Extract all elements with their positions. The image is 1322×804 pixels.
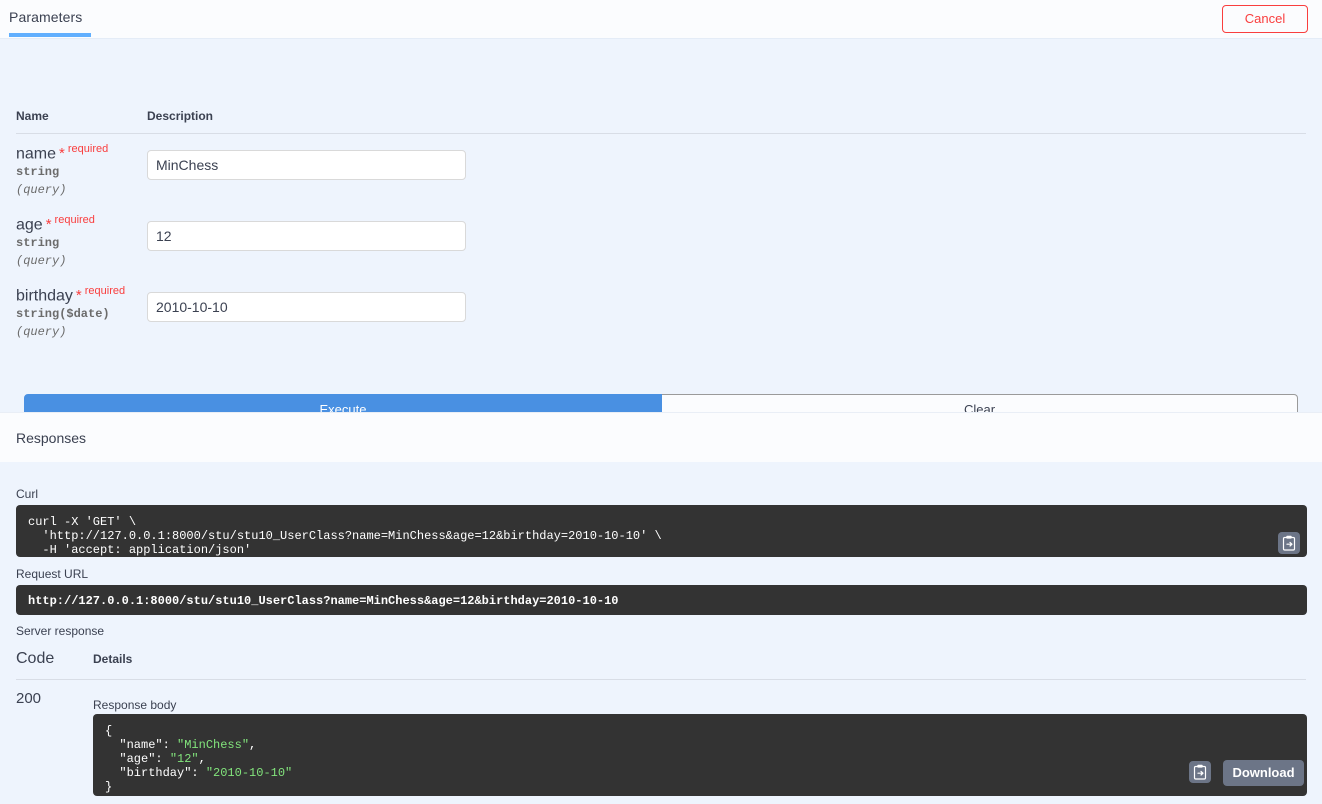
- column-header-details: Details: [93, 652, 133, 666]
- parameter-label-age: age * required: [16, 214, 95, 234]
- parameters-tab-band: Parameters Cancel: [0, 0, 1322, 39]
- parameter-type-birthday: string($date): [16, 307, 110, 321]
- required-star-icon: *: [75, 287, 82, 305]
- json-value-birthday: "2010-10-10": [205, 766, 293, 780]
- clipboard-copy-icon: [1193, 764, 1207, 780]
- responses-section: Curl curl -X 'GET' \ 'http://127.0.0.1:8…: [0, 462, 1322, 804]
- json-line-open: {: [105, 724, 113, 738]
- copy-response-button[interactable]: [1189, 761, 1211, 783]
- curl-label: Curl: [16, 487, 39, 501]
- curl-line-header: -H 'accept: application/json': [28, 543, 252, 557]
- cancel-button[interactable]: Cancel: [1222, 5, 1308, 33]
- required-text: required: [84, 285, 126, 297]
- tab-active-underline: [9, 33, 91, 37]
- column-header-name: Name: [16, 109, 49, 123]
- parameter-location-age: (query): [16, 254, 67, 268]
- request-url-block: http://127.0.0.1:8000/stu/stu10_UserClas…: [16, 585, 1307, 615]
- curl-line-url: 'http://127.0.0.1:8000/stu/stu10_UserCla…: [28, 529, 662, 543]
- parameter-name-text: name: [16, 145, 57, 163]
- required-text: required: [67, 143, 109, 155]
- parameter-label-name: name * required: [16, 143, 108, 163]
- response-body-block: { "name": "MinChess", "age": "12", "birt…: [93, 714, 1307, 796]
- json-line-age: "age": "12",: [105, 752, 1295, 766]
- copy-curl-button[interactable]: [1278, 532, 1300, 554]
- parameter-name-text: age: [16, 216, 43, 234]
- json-value-name: "MinChess": [177, 738, 250, 752]
- json-comma-name: ,: [249, 738, 257, 752]
- status-code-200: 200: [16, 690, 42, 707]
- responses-title: Responses: [16, 430, 87, 446]
- json-comma-age: ,: [198, 752, 206, 766]
- parameter-name-text: birthday: [16, 287, 73, 305]
- curl-code-block: curl -X 'GET' \ 'http://127.0.0.1:8000/s…: [16, 505, 1307, 557]
- json-key-birthday: "birthday":: [105, 766, 206, 780]
- json-line-close: }: [105, 780, 113, 794]
- responses-table-divider: [16, 679, 1306, 680]
- server-response-label: Server response: [16, 624, 105, 638]
- parameter-location-name: (query): [16, 183, 67, 197]
- input-birthday[interactable]: [147, 292, 466, 322]
- json-key-age: "age":: [105, 752, 170, 766]
- required-star-icon: *: [45, 216, 52, 234]
- download-button[interactable]: Download: [1223, 760, 1304, 786]
- json-line-name: "name": "MinChess",: [105, 738, 1295, 752]
- json-line-birthday: "birthday": "2010-10-10": [105, 766, 1295, 780]
- curl-line-command: curl -X 'GET' \: [28, 515, 137, 529]
- required-star-icon: *: [59, 145, 65, 163]
- column-header-code: Code: [16, 650, 55, 667]
- parameters-header-divider: [16, 133, 1306, 134]
- parameters-section: Name Description name * required string (q…: [0, 39, 1322, 424]
- input-name[interactable]: [147, 150, 466, 180]
- parameter-type-name: string: [16, 165, 60, 179]
- json-value-age: "12": [169, 752, 199, 766]
- parameter-label-birthday: birthday * required: [16, 285, 125, 305]
- required-text: required: [54, 214, 95, 226]
- clipboard-copy-icon: [1282, 535, 1296, 551]
- tab-parameters[interactable]: Parameters: [9, 9, 82, 25]
- parameter-location-birthday: (query): [16, 325, 67, 339]
- responses-header-band: Responses: [0, 412, 1322, 463]
- column-header-description: Description: [147, 109, 214, 123]
- input-age[interactable]: [147, 221, 466, 251]
- response-body-label: Response body: [93, 698, 177, 712]
- json-key-name: "name":: [105, 738, 178, 752]
- parameter-type-age: string: [16, 236, 60, 250]
- request-url-label: Request URL: [16, 567, 89, 581]
